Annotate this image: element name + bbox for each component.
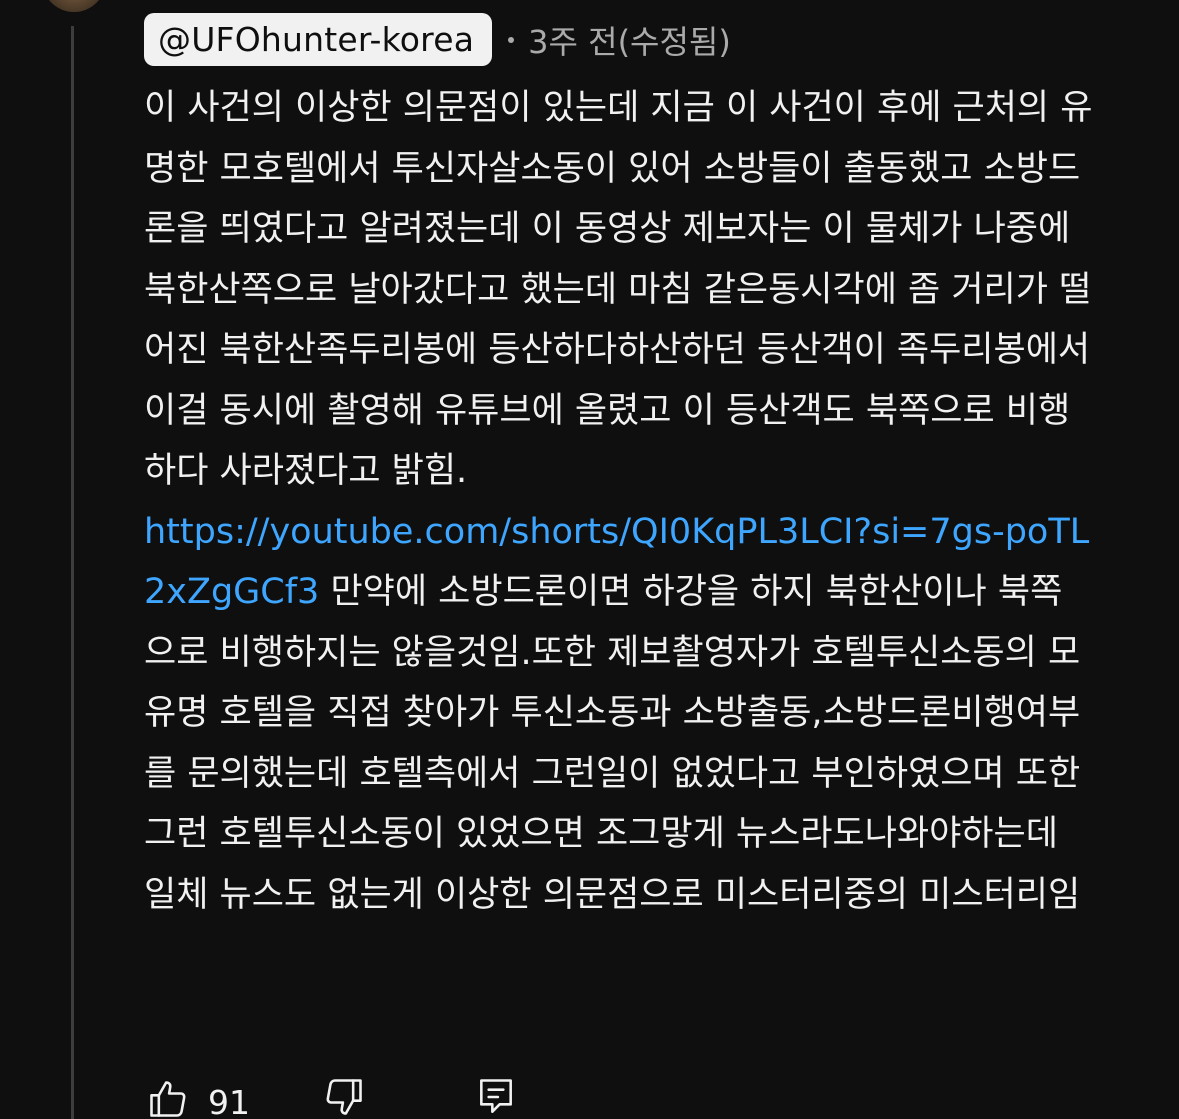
- like-action: 91: [146, 1075, 250, 1119]
- reply-action: [474, 1075, 518, 1119]
- separator-dot: [508, 36, 515, 43]
- comment-meta: @UFOhunter-korea 3주 전(수정됨): [144, 13, 1104, 66]
- comment-actions: 91: [146, 1075, 568, 1119]
- thread-line: [71, 26, 74, 1119]
- comment-text-part-2: 만약에 소방드론이면 하강을 하지 북한산이나 북쪽으로 비행하지는 않을것임.…: [144, 572, 1081, 915]
- thumbs-down-icon[interactable]: [322, 1075, 366, 1119]
- dislike-action: [322, 1075, 366, 1119]
- avatar[interactable]: [42, 0, 106, 12]
- like-count: 91: [208, 1083, 250, 1119]
- comment-thread: @UFOhunter-korea 3주 전(수정됨) 이 사건의 이상한 의문점…: [0, 0, 1179, 1119]
- comment-time: 3주 전(수정됨): [528, 22, 731, 61]
- reply-comment-icon[interactable]: [474, 1075, 518, 1119]
- reply-comment: @UFOhunter-korea 3주 전(수정됨) 이 사건의 이상한 의문점…: [144, 13, 1104, 925]
- thumbs-up-icon[interactable]: [146, 1077, 190, 1119]
- comment-text: 이 사건의 이상한 의문점이 있는데 지금 이 사건이 후에 근처의 유명한 모…: [144, 78, 1094, 925]
- comment-text-part-1: 이 사건의 이상한 의문점이 있는데 지금 이 사건이 후에 근처의 유명한 모…: [144, 88, 1093, 491]
- author-handle[interactable]: @UFOhunter-korea: [144, 13, 493, 66]
